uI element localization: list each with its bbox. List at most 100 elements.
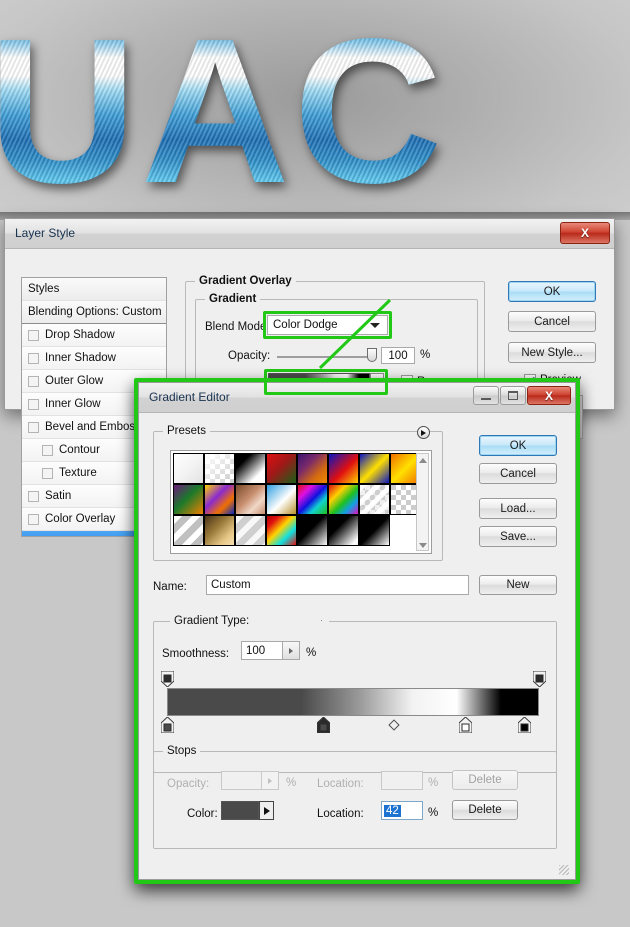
preset-swatch[interactable] xyxy=(235,453,266,484)
new-preset-button[interactable]: New xyxy=(479,575,557,595)
stop-color-location-value: 42 xyxy=(384,805,401,817)
styles-list-item-label: Outer Glow xyxy=(45,375,103,387)
preset-swatch[interactable] xyxy=(297,515,328,546)
preset-swatch[interactable] xyxy=(266,515,297,546)
color-stop-handle[interactable] xyxy=(518,717,531,733)
load-button[interactable]: Load... xyxy=(479,498,557,519)
maximize-icon[interactable] xyxy=(500,386,526,405)
preset-swatch[interactable] xyxy=(266,453,297,484)
styles-list-item-label: Satin xyxy=(45,490,71,502)
styles-list-checkbox[interactable] xyxy=(28,514,39,525)
preset-swatch[interactable] xyxy=(235,515,266,546)
presets-scrollbar[interactable] xyxy=(416,453,429,551)
styles-list-item-label: Blending Options: Custom xyxy=(28,306,162,318)
chevron-down-icon xyxy=(370,323,380,328)
presets-swatch-grid[interactable] xyxy=(173,453,421,546)
scroll-down-icon[interactable] xyxy=(417,539,428,552)
blend-mode-label: Blend Mode: xyxy=(205,321,270,333)
styles-list-item-styles[interactable]: Styles xyxy=(22,278,166,301)
artwork-text: UAC xyxy=(0,8,446,214)
layer-style-window-controls: X xyxy=(560,222,610,244)
styles-list-item-label: Inner Shadow xyxy=(45,352,116,364)
preset-swatch[interactable] xyxy=(297,453,328,484)
preset-swatch[interactable] xyxy=(359,515,390,546)
stop-opacity-location-input xyxy=(381,771,423,790)
styles-list-checkbox[interactable] xyxy=(42,445,53,456)
styles-list-checkbox[interactable] xyxy=(28,399,39,410)
blend-mode-combo[interactable]: Color Dodge xyxy=(267,315,388,335)
stop-color-swatch[interactable] xyxy=(221,801,259,820)
styles-list-checkbox[interactable] xyxy=(42,468,53,479)
blend-mode-value: Color Dodge xyxy=(273,319,338,331)
smoothness-spinner[interactable] xyxy=(283,641,300,660)
new-style-button[interactable]: New Style... xyxy=(508,342,596,363)
opacity-stop-handle[interactable] xyxy=(533,671,546,687)
gradient-name-input[interactable]: Custom xyxy=(206,575,469,595)
presets-scroll-track[interactable] xyxy=(417,467,428,539)
styles-list-checkbox[interactable] xyxy=(28,491,39,502)
layer-style-ok-button[interactable]: OK xyxy=(508,281,596,302)
name-label: Name: xyxy=(153,581,187,593)
preset-swatch[interactable] xyxy=(173,484,204,515)
preset-swatch[interactable] xyxy=(204,453,235,484)
gradient-editor-title: Gradient Editor xyxy=(149,390,230,404)
preset-swatch[interactable] xyxy=(235,484,266,515)
styles-list-item-label: Texture xyxy=(59,467,97,479)
close-icon[interactable]: X xyxy=(527,386,571,405)
resize-grip[interactable] xyxy=(559,865,569,875)
preset-swatch[interactable] xyxy=(328,484,359,515)
minimize-icon[interactable] xyxy=(473,386,499,405)
styles-list-checkbox[interactable] xyxy=(28,353,39,364)
styles-list-item-label: Inner Glow xyxy=(45,398,101,410)
styles-list-checkbox[interactable] xyxy=(28,330,39,341)
styles-list-item-blending-options-custom[interactable]: Blending Options: Custom xyxy=(22,301,166,324)
styles-list-item-drop-shadow[interactable]: Drop Shadow xyxy=(22,324,166,347)
preset-swatch[interactable] xyxy=(359,484,390,515)
color-stop-handle[interactable] xyxy=(459,717,472,733)
gradient-ramp[interactable] xyxy=(167,688,539,716)
opacity-slider-track[interactable] xyxy=(277,356,375,358)
gradient-editor-cancel-button[interactable]: Cancel xyxy=(479,463,557,484)
opacity-stop-handle[interactable] xyxy=(161,671,174,687)
preset-swatch[interactable] xyxy=(204,484,235,515)
preset-swatch[interactable] xyxy=(297,484,328,515)
layer-style-cancel-button[interactable]: Cancel xyxy=(508,311,596,332)
close-icon[interactable]: X xyxy=(560,222,610,244)
color-stop-handle-selected[interactable] xyxy=(317,717,330,733)
color-stop-handle[interactable] xyxy=(161,717,174,733)
preset-swatch[interactable] xyxy=(173,515,204,546)
styles-list-checkbox[interactable] xyxy=(28,376,39,387)
gradient-editor-titlebar[interactable]: Gradient Editor X xyxy=(139,383,575,413)
scroll-up-icon[interactable] xyxy=(417,454,428,467)
layer-style-titlebar[interactable]: Layer Style X xyxy=(5,219,614,249)
stop-opacity-delete-button: Delete xyxy=(452,770,518,790)
opacity-input[interactable]: 100 xyxy=(381,347,415,364)
preset-swatch[interactable] xyxy=(266,484,297,515)
preset-swatch[interactable] xyxy=(328,453,359,484)
styles-list-checkbox[interactable] xyxy=(28,422,39,433)
presets-panel[interactable] xyxy=(170,450,432,554)
stop-color-delete-button[interactable]: Delete xyxy=(452,800,518,820)
preset-swatch[interactable] xyxy=(173,453,204,484)
opacity-slider-thumb[interactable] xyxy=(367,348,377,362)
gradient-editor-ok-button[interactable]: OK xyxy=(479,435,557,456)
styles-list-item-inner-shadow[interactable]: Inner Shadow xyxy=(22,347,166,370)
save-button[interactable]: Save... xyxy=(479,526,557,547)
gradient-subgroup-legend: Gradient xyxy=(205,293,260,305)
presets-menu-icon[interactable] xyxy=(417,426,430,439)
styles-list-item-label: Gradient Overlay xyxy=(45,536,138,537)
stop-color-location-label: Location: xyxy=(317,808,364,820)
stop-color-picker-button[interactable] xyxy=(259,801,274,820)
presets-group: Presets xyxy=(153,431,443,561)
stop-color-location-input[interactable]: 42 xyxy=(381,801,423,820)
smoothness-unit: % xyxy=(306,647,316,659)
gradient-ramp-area[interactable] xyxy=(153,671,543,741)
preset-swatch[interactable] xyxy=(204,515,235,546)
styles-list-item-label: Color Overlay xyxy=(45,513,115,525)
preset-swatch[interactable] xyxy=(359,453,390,484)
styles-list-checkbox[interactable] xyxy=(28,537,39,538)
stop-opacity-input xyxy=(221,771,262,790)
preset-swatch[interactable] xyxy=(328,515,359,546)
midpoint-marker[interactable] xyxy=(388,719,399,730)
smoothness-input[interactable]: 100 xyxy=(241,641,283,660)
